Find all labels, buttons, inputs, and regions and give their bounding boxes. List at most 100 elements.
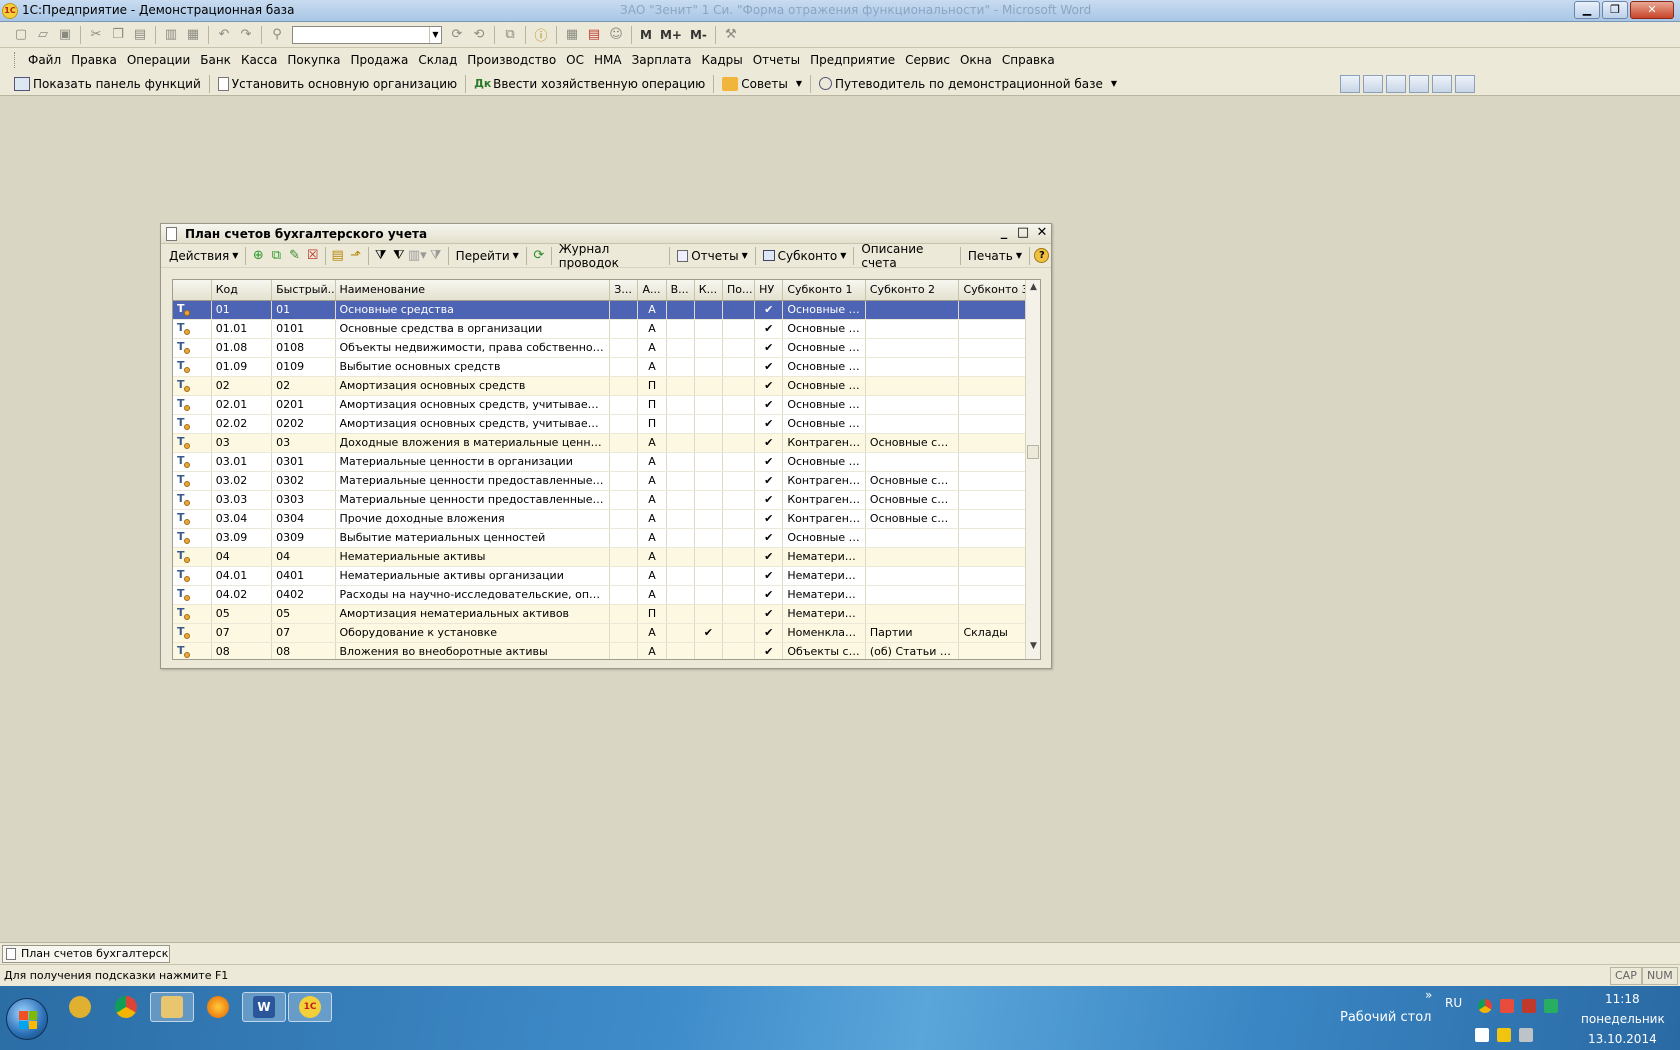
calendar-icon[interactable]: ▤ <box>583 25 605 45</box>
clock-date[interactable]: 13.10.2014 <box>1588 1032 1657 1046</box>
tray-flag-icon[interactable] <box>1475 1028 1489 1042</box>
edit-icon[interactable]: ✎ <box>285 247 303 265</box>
table-row[interactable]: T 02.02 0202 Амортизация основных средств, … <box>173 414 1026 434</box>
save-icon[interactable]: ▣ <box>54 25 76 45</box>
actions-menu-button[interactable]: Действия ▼ <box>165 249 242 263</box>
filter-by-value-icon[interactable]: ⧨ <box>390 247 408 265</box>
scroll-up-icon[interactable]: ▲ <box>1026 282 1040 298</box>
column-header-2[interactable]: Быстрый... <box>271 280 336 301</box>
account-description-button[interactable]: Описание счета <box>857 242 957 270</box>
set-main-org-button[interactable]: Установить основную организацию <box>214 76 461 91</box>
info-icon[interactable]: ⓘ <box>530 25 552 45</box>
print-icon[interactable]: ▥ <box>160 25 182 45</box>
copy-icon[interactable]: ❐ <box>107 25 129 45</box>
menu-purchase[interactable]: Покупка <box>282 53 345 67</box>
column-header-1[interactable]: Код <box>211 280 273 301</box>
column-header-6[interactable]: В... <box>666 280 695 301</box>
panel-5-icon[interactable] <box>1432 75 1452 93</box>
copy-add-icon[interactable]: ⧉ <box>267 247 285 265</box>
open-folder-icon[interactable]: ▱ <box>32 25 54 45</box>
table-row[interactable]: T 04.01 0401 Нематериальные активы организа… <box>173 566 1026 586</box>
form-minimize-button[interactable]: _ <box>995 225 1013 243</box>
subconto-menu-button[interactable]: Субконто ▼ <box>759 249 851 263</box>
window-list-icon[interactable]: ⧉ <box>499 25 521 45</box>
new-document-icon[interactable]: ▢ <box>10 25 32 45</box>
refresh-icon[interactable]: ⟳ <box>530 247 548 265</box>
cut-icon[interactable]: ✂ <box>85 25 107 45</box>
memory-plus-button[interactable]: M+ <box>656 28 686 42</box>
menu-production[interactable]: Производство <box>462 53 561 67</box>
column-header-5[interactable]: А... <box>637 280 667 301</box>
table-row[interactable]: T 03.09 0309 Выбытие материальных ценностей… <box>173 528 1026 548</box>
table-row[interactable]: T 04.02 0402 Расходы на научно-исследовател… <box>173 585 1026 605</box>
table-row[interactable]: T 01 01 Основные средства А ✔ Основные с... <box>173 300 1026 320</box>
column-header-3[interactable]: Наименование <box>335 280 611 301</box>
journal-button[interactable]: Журнал проводок <box>555 242 667 270</box>
menu-file[interactable]: Файл <box>23 53 66 67</box>
show-function-panel-button[interactable]: Показать панель функций <box>10 76 205 91</box>
tools-icon[interactable]: ⚒ <box>720 25 742 45</box>
column-header-9[interactable]: НУ <box>754 280 784 301</box>
tray-shield-icon[interactable] <box>1522 999 1536 1013</box>
window-tab-chart-of-accounts[interactable]: План счетов бухгалтерског... <box>2 945 170 963</box>
scroll-thumb[interactable] <box>1027 445 1039 459</box>
column-header-4[interactable]: З... <box>609 280 639 301</box>
menu-reports[interactable]: Отчеты <box>748 53 805 67</box>
table-row[interactable]: T 04 04 Нематериальные активы А ✔ Нематериал..… <box>173 547 1026 567</box>
panel-2-icon[interactable] <box>1363 75 1383 93</box>
level-up-icon[interactable]: ⬏ <box>347 247 365 265</box>
menu-intangibles[interactable]: НМА <box>589 53 627 67</box>
paste-icon[interactable]: ▤ <box>129 25 151 45</box>
scroll-down-icon[interactable]: ▼ <box>1026 641 1040 657</box>
panel-3-icon[interactable] <box>1386 75 1406 93</box>
table-row[interactable]: T 02.01 0201 Амортизация основных средств, … <box>173 395 1026 415</box>
panel-1-icon[interactable] <box>1340 75 1360 93</box>
taskbar-app-1c-icon[interactable] <box>58 992 102 1022</box>
print-menu-button[interactable]: Печать ▼ <box>964 249 1026 263</box>
window-minimize-button[interactable]: ▁ <box>1574 1 1600 19</box>
memory-minus-button[interactable]: M- <box>686 28 711 42</box>
taskbar-explorer-icon[interactable] <box>150 992 194 1022</box>
table-row[interactable]: T 01.08 0108 Объекты недвижимости, права со… <box>173 338 1026 358</box>
column-header-11[interactable]: Субконто 2 <box>865 280 960 301</box>
menu-edit[interactable]: Правка <box>66 53 122 67</box>
table-row[interactable]: T 03.02 0302 Материальные ценности предоста… <box>173 471 1026 491</box>
menu-enterprise[interactable]: Предприятие <box>805 53 900 67</box>
column-header-10[interactable]: Субконто 1 <box>782 280 866 301</box>
find-icon[interactable]: ⚲ <box>266 25 288 45</box>
tips-button[interactable]: Советы ▼ <box>718 76 806 91</box>
filter-history-icon[interactable]: ▥▾ <box>408 247 427 265</box>
column-header-12[interactable]: Субконто 3 <box>958 280 1026 301</box>
menu-service[interactable]: Сервис <box>900 53 955 67</box>
start-button[interactable] <box>6 998 48 1040</box>
column-header-8[interactable]: По... <box>722 280 756 301</box>
language-indicator[interactable]: RU <box>1445 996 1462 1010</box>
menu-hr[interactable]: Кадры <box>696 53 747 67</box>
table-row[interactable]: T 03.01 0301 Материальные ценности в органи… <box>173 452 1026 472</box>
tray-security-icon[interactable] <box>1544 999 1558 1013</box>
accounts-grid[interactable]: Код Быстрый... Наименование З... А... В... К..… <box>172 279 1041 660</box>
find-prev-icon[interactable]: ⟲ <box>468 25 490 45</box>
window-close-button[interactable]: ✕ <box>1630 1 1674 19</box>
menu-windows[interactable]: Окна <box>955 53 997 67</box>
tray-app-icon[interactable] <box>1500 999 1514 1013</box>
vertical-scrollbar[interactable]: ▲ ▼ <box>1025 280 1040 659</box>
hierarchy-icon[interactable]: ▤ <box>329 247 347 265</box>
column-header-7[interactable]: К... <box>694 280 723 301</box>
chevron-down-icon[interactable]: ▼ <box>796 79 802 88</box>
help-icon[interactable]: ? <box>1033 247 1051 265</box>
table-row[interactable]: T 03 03 Доходные вложения в материальные це… <box>173 433 1026 453</box>
column-header-0[interactable] <box>173 280 212 301</box>
chevron-down-icon[interactable]: ▼ <box>1111 79 1117 88</box>
chevron-down-icon[interactable]: ▼ <box>429 26 441 43</box>
tray-volume-icon[interactable] <box>1519 1028 1533 1042</box>
goto-menu-button[interactable]: Перейти ▼ <box>452 249 523 263</box>
menu-cash[interactable]: Касса <box>236 53 282 67</box>
memory-button[interactable]: M <box>636 28 656 42</box>
table-row[interactable]: T 05 05 Амортизация нематериальных активов П… <box>173 604 1026 624</box>
reports-menu-button[interactable]: Отчеты ▼ <box>673 249 752 263</box>
table-row[interactable]: T 01.01 0101 Основные средства в организаци… <box>173 319 1026 339</box>
form-close-button[interactable]: ✕ <box>1033 225 1051 243</box>
menu-operations[interactable]: Операции <box>122 53 195 67</box>
search-combo[interactable]: ▼ <box>292 25 442 44</box>
